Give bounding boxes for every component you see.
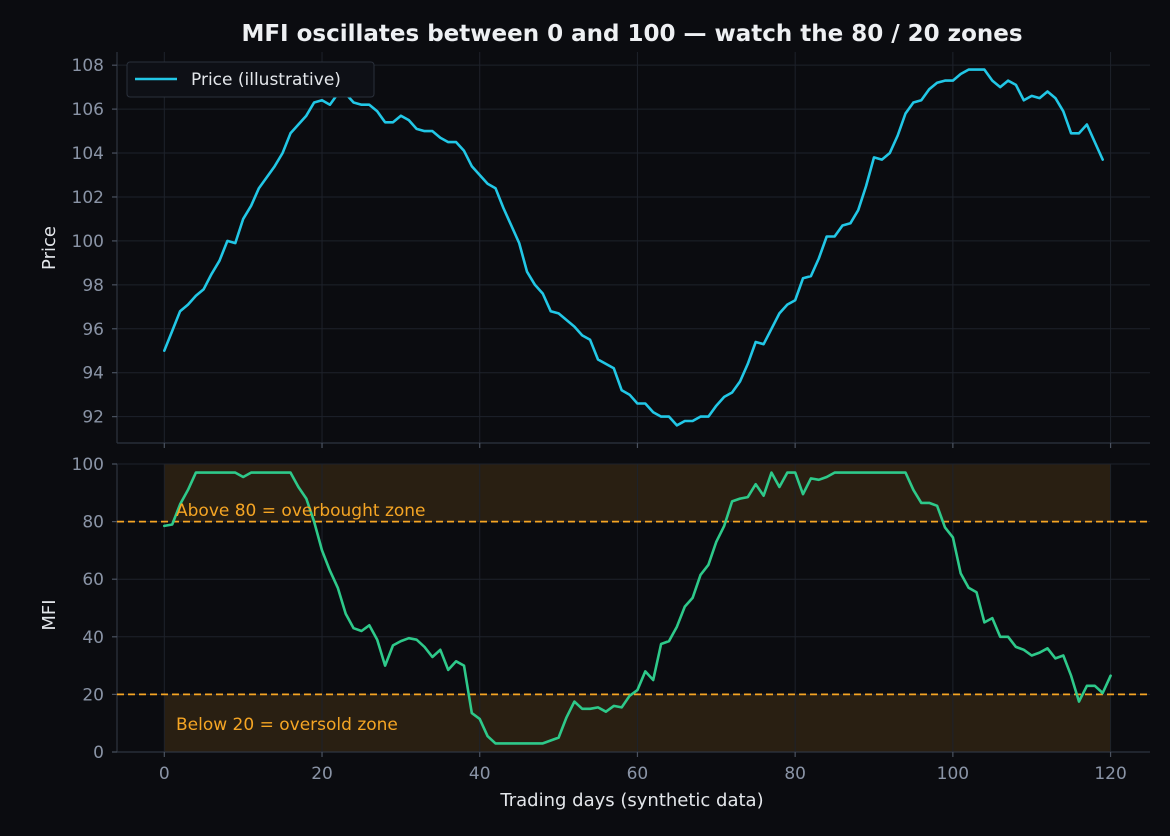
price-y-tick-label: 98 [82,276,104,296]
chart: MFI oscillates between 0 and 100 — watch… [0,0,1170,832]
legend-label-price: Price (illustrative) [191,70,341,90]
price-y-axis-label: Price [39,226,60,270]
mfi-y-tick-label: 100 [72,455,104,475]
chart-svg: MFI oscillates between 0 and 100 — watch… [0,0,1170,832]
x-tick-label: 0 [159,764,170,784]
x-tick-label: 20 [311,764,333,784]
x-tick-label: 120 [1094,764,1126,784]
price-y-tick-label: 96 [82,320,104,340]
price-y-tick-label: 108 [72,56,104,76]
mfi-y-tick-label: 60 [82,570,104,590]
price-y-tick-label: 102 [72,188,104,208]
mfi-y-tick-label: 40 [82,628,104,648]
price-y-tick-label: 104 [72,144,104,164]
oversold-zone-label: Below 20 = oversold zone [176,715,398,735]
chart-title: MFI oscillates between 0 and 100 — watch… [241,21,1022,47]
overbought-zone-label: Above 80 = overbought zone [176,501,426,521]
mfi-y-tick-label: 20 [82,685,104,705]
price-y-tick-label: 106 [72,100,104,120]
x-axis-label: Trading days (synthetic data) [499,790,763,811]
price-y-tick-label: 100 [72,232,104,252]
x-tick-label: 40 [469,764,491,784]
mfi-y-axis-label: MFI [39,599,60,630]
x-tick-label: 100 [937,764,969,784]
legend: Price (illustrative) [126,61,375,98]
price-y-tick-label: 94 [82,364,104,384]
price-y-tick-label: 92 [82,408,104,428]
x-tick-label: 80 [784,764,806,784]
mfi-y-tick-label: 0 [93,743,104,763]
x-tick-label: 60 [627,764,649,784]
mfi-y-tick-label: 80 [82,513,104,533]
